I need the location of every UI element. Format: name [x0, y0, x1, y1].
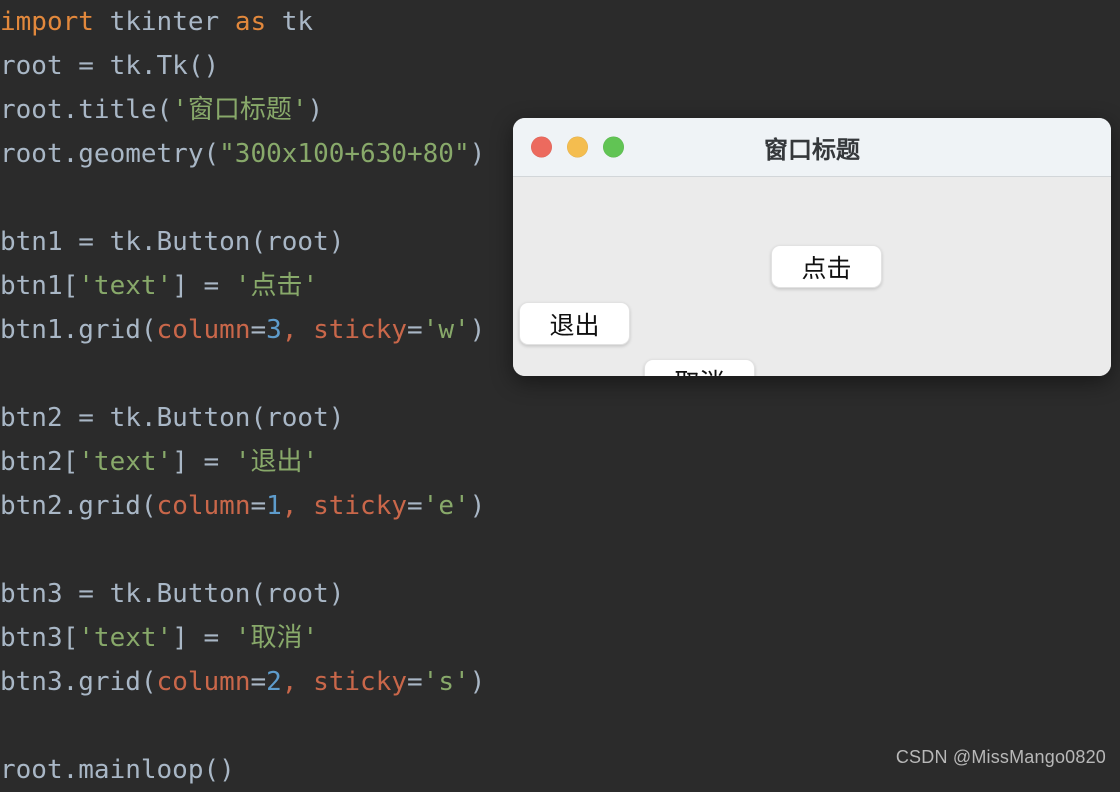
dianji-button[interactable]: 点击 — [771, 245, 882, 288]
code-token: = — [250, 315, 267, 345]
code-token: 'text' — [78, 447, 173, 477]
code-line: root.mainloop() — [0, 748, 235, 792]
code-token: as — [234, 7, 267, 37]
code-token: 'e' — [422, 491, 470, 521]
code-token: 's' — [422, 667, 470, 697]
code-token: = — [407, 667, 423, 697]
code-token: root = tk.Tk() — [0, 51, 220, 81]
code-line: btn2['text'] = '退出' — [0, 440, 318, 484]
code-token: "300x100+630+80" — [219, 139, 470, 169]
code-line: btn3 = tk.Button(root) — [0, 572, 344, 616]
code-token: = — [250, 491, 267, 521]
code-token: tk — [266, 7, 314, 37]
code-token: btn2[ — [0, 447, 79, 477]
code-line: root = tk.Tk() — [0, 44, 219, 88]
window-content-area: 点击 退出 取消 — [513, 177, 1111, 376]
quxiao-button[interactable]: 取消 — [644, 359, 755, 376]
code-line: btn1 = tk.Button(root) — [0, 220, 344, 264]
code-token: 3 — [266, 315, 282, 345]
code-line: btn2 = tk.Button(root) — [0, 396, 344, 440]
code-token: 'w' — [422, 315, 470, 345]
code-token: ] = — [172, 623, 235, 653]
code-token: tkinter — [93, 7, 235, 37]
code-token: sticky — [313, 491, 408, 521]
code-token: = — [407, 491, 423, 521]
code-token: btn1[ — [0, 271, 79, 301]
code-token: btn1 = tk.Button(root) — [0, 227, 345, 257]
code-token: '点击' — [234, 271, 319, 301]
code-token: btn2 = tk.Button(root) — [0, 403, 345, 433]
tuichu-button[interactable]: 退出 — [519, 302, 630, 345]
code-token: root.geometry( — [0, 139, 220, 169]
code-token: ) — [469, 315, 486, 345]
code-token: root.mainloop() — [0, 755, 235, 785]
code-token: import — [0, 7, 94, 37]
minimize-button-icon[interactable] — [567, 136, 588, 158]
tkinter-app-window[interactable]: 窗口标题 点击 退出 取消 — [513, 118, 1111, 376]
code-token: 2 — [266, 667, 282, 697]
code-token: 'text' — [78, 271, 173, 301]
code-token: ] = — [172, 447, 235, 477]
code-line: root.title('窗口标题') — [0, 88, 323, 132]
code-token: '窗口标题' — [172, 95, 308, 125]
code-token: '退出' — [234, 447, 319, 477]
code-token: = — [407, 315, 423, 345]
code-line: btn3['text'] = '取消' — [0, 616, 318, 660]
code-token: ] = — [172, 271, 235, 301]
code-token: 1 — [266, 491, 282, 521]
code-token: btn3 = tk.Button(root) — [0, 579, 345, 609]
code-token: column — [156, 667, 251, 697]
code-token: ) — [469, 667, 486, 697]
code-token: sticky — [313, 315, 408, 345]
code-token: = — [250, 667, 267, 697]
code-token: btn2.grid( — [0, 491, 157, 521]
traffic-light-group — [531, 136, 624, 158]
code-token: 'text' — [78, 623, 173, 653]
code-token: sticky — [313, 667, 408, 697]
code-line: btn1.grid(column=3, sticky='w') — [0, 308, 485, 352]
code-token: btn3[ — [0, 623, 79, 653]
close-button-icon[interactable] — [531, 136, 552, 158]
code-line: btn3.grid(column=2, sticky='s') — [0, 660, 485, 704]
code-token: , — [281, 491, 298, 521]
code-token: ) — [469, 491, 486, 521]
code-token: root.title( — [0, 95, 173, 125]
code-token: , — [281, 667, 298, 697]
code-token: ) — [307, 95, 324, 125]
code-line: btn2.grid(column=1, sticky='e') — [0, 484, 485, 528]
code-line: btn1['text'] = '点击' — [0, 264, 318, 308]
code-token: , — [281, 315, 298, 345]
code-token: btn3.grid( — [0, 667, 157, 697]
code-token: column — [156, 491, 251, 521]
maximize-button-icon[interactable] — [603, 136, 624, 158]
code-line: root.geometry("300x100+630+80") — [0, 132, 485, 176]
window-titlebar[interactable]: 窗口标题 — [513, 118, 1111, 177]
code-token: column — [156, 315, 251, 345]
code-token: ) — [469, 139, 486, 169]
csdn-watermark: CSDN @MissMango0820 — [895, 747, 1106, 767]
code-token: btn1.grid( — [0, 315, 157, 345]
code-token: '取消' — [234, 623, 319, 653]
code-line: import tkinter as tk — [0, 0, 313, 44]
